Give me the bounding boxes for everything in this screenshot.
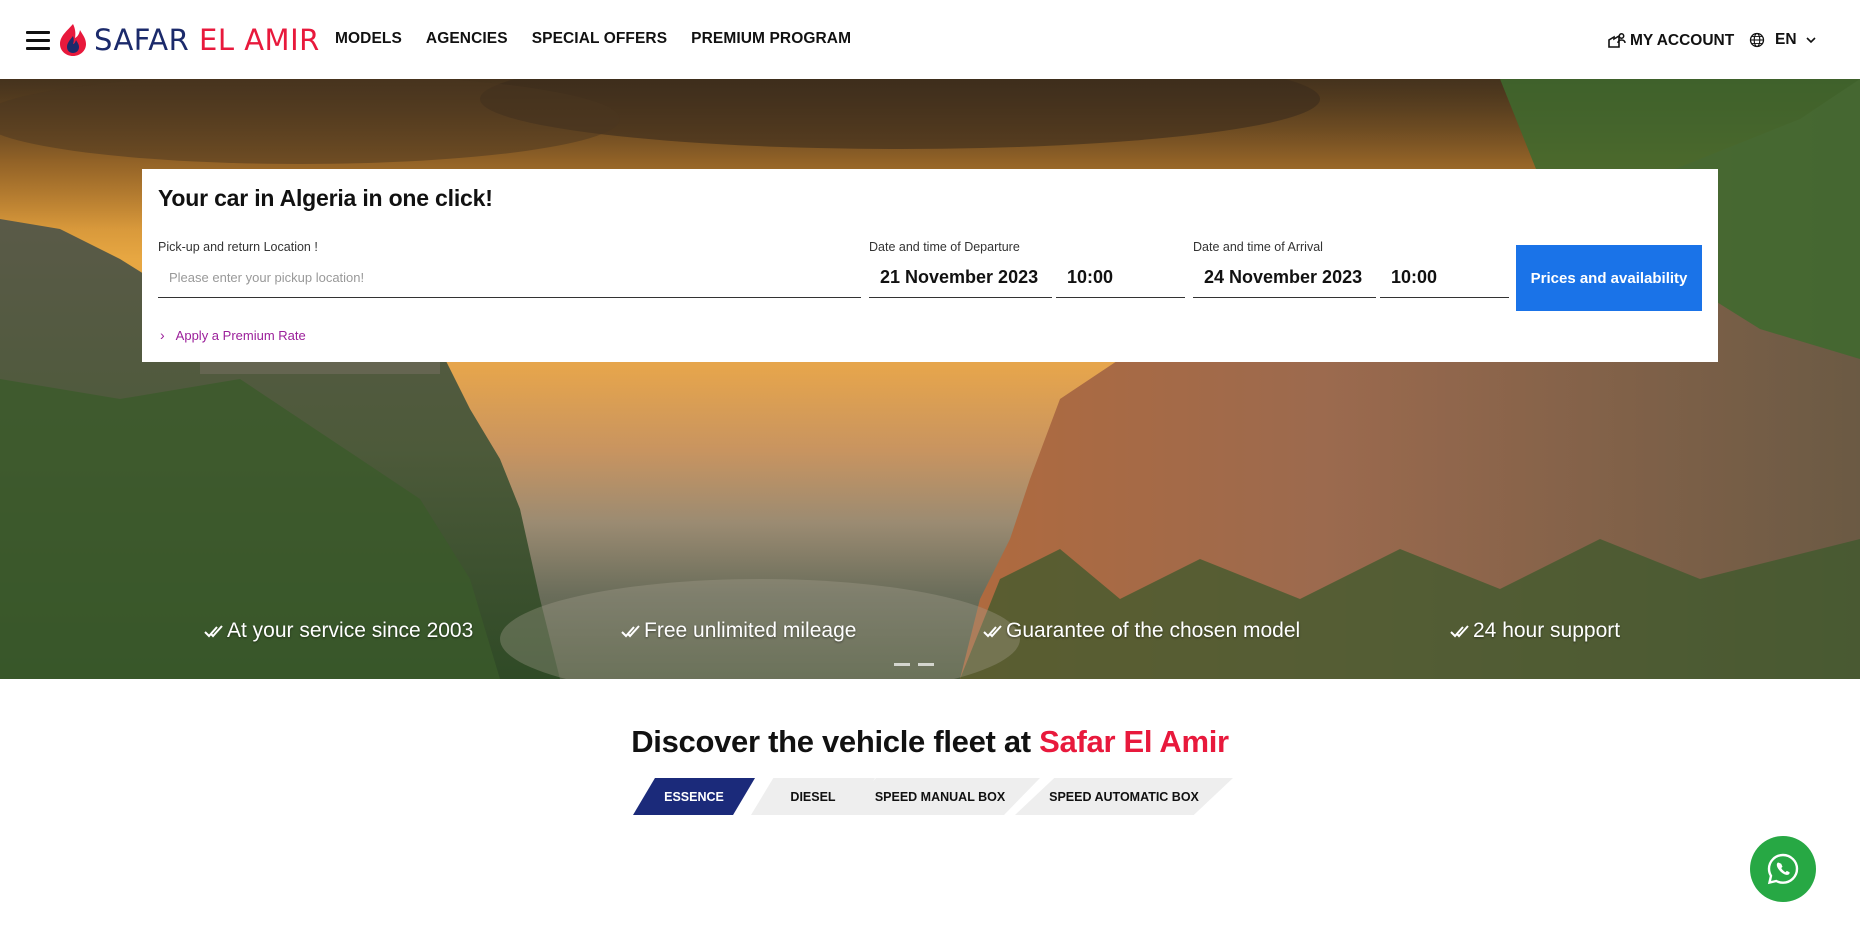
account-icon <box>1608 33 1626 48</box>
search-panel-title: Your car in Algeria in one click! <box>158 185 493 211</box>
departure-label: Date and time of Departure <box>869 240 1020 254</box>
language-selector[interactable]: EN <box>1749 31 1827 49</box>
pickup-location-field <box>158 258 861 298</box>
carousel-dot[interactable] <box>894 663 910 666</box>
apply-premium-rate-label: Apply a Premium Rate <box>175 327 306 343</box>
benefit-label: Guarantee of the chosen model <box>1006 619 1301 642</box>
whatsapp-icon <box>1767 853 1799 885</box>
logo-text-secondary: EL AMIR <box>199 23 320 57</box>
hero-banner: Your car in Algeria in one click! Pick-u… <box>0 79 1860 679</box>
nav-item-agencies[interactable]: AGENCIES <box>426 30 508 48</box>
booking-search-panel: Your car in Algeria in one click! Pick-u… <box>142 169 1718 362</box>
my-account-label: MY ACCOUNT <box>1630 32 1735 49</box>
nav-item-premium-program[interactable]: PREMIUM PROGRAM <box>691 30 851 48</box>
double-check-icon <box>1450 625 1469 638</box>
apply-premium-rate-link[interactable]: › Apply a Premium Rate <box>160 327 306 343</box>
my-account-link[interactable]: MY ACCOUNT <box>1606 31 1734 51</box>
logo[interactable]: SAFAR EL AMIR <box>58 22 320 58</box>
globe-icon <box>1749 32 1765 48</box>
double-check-icon <box>204 625 223 638</box>
benefit-item: At your service since 2003 <box>204 619 473 643</box>
departure-date-field[interactable]: 21 November 2023 <box>869 258 1052 298</box>
fleet-title-brand: Safar El Amir <box>1039 724 1229 759</box>
arrival-date-value: 24 November 2023 <box>1204 267 1363 287</box>
tab-essence[interactable]: ESSENCE <box>633 778 755 815</box>
main-nav: MODELS AGENCIES SPECIAL OFFERS PREMIUM P… <box>335 30 875 48</box>
site-header: SAFAR EL AMIR MODELS AGENCIES SPECIAL OF… <box>0 0 1860 79</box>
benefit-item: Free unlimited mileage <box>621 619 856 643</box>
carousel-pagination <box>894 663 934 666</box>
logo-text-primary: SAFAR <box>94 23 200 57</box>
benefit-label: Free unlimited mileage <box>644 619 857 642</box>
chevron-down-icon <box>1805 37 1816 44</box>
nav-item-special-offers[interactable]: SPECIAL OFFERS <box>532 30 667 48</box>
arrival-time-field[interactable]: 10:00 <box>1380 258 1509 298</box>
benefit-item: 24 hour support <box>1450 619 1620 643</box>
departure-date-value: 21 November 2023 <box>880 267 1039 287</box>
language-label: EN <box>1775 31 1797 48</box>
double-check-icon <box>983 625 1002 638</box>
prices-availability-button[interactable]: Prices and availability <box>1516 245 1702 311</box>
benefit-item: Guarantee of the chosen model <box>983 619 1300 643</box>
double-check-icon <box>621 625 640 638</box>
pickup-location-input[interactable] <box>158 258 861 297</box>
fleet-title-prefix: Discover the vehicle fleet at <box>631 724 1040 759</box>
menu-icon[interactable] <box>26 31 50 51</box>
arrival-date-field[interactable]: 24 November 2023 <box>1193 258 1376 298</box>
departure-time-field[interactable]: 10:00 <box>1056 258 1185 298</box>
fleet-section-title: Discover the vehicle fleet at Safar El A… <box>0 724 1860 760</box>
arrival-label: Date and time of Arrival <box>1193 240 1323 254</box>
tab-speed-automatic-box[interactable]: SPEED AUTOMATIC BOX <box>1015 778 1233 815</box>
pickup-location-label: Pick-up and return Location ! <box>158 240 318 254</box>
whatsapp-button[interactable] <box>1750 836 1816 902</box>
chevron-right-icon: › <box>160 327 165 343</box>
carousel-dot[interactable] <box>918 663 934 666</box>
benefit-label: At your service since 2003 <box>227 619 474 642</box>
logo-flame-icon <box>60 24 86 56</box>
departure-time-value: 10:00 <box>1067 267 1114 287</box>
benefits-bar: At your service since 2003 Free unlimite… <box>0 619 1860 659</box>
benefit-label: 24 hour support <box>1473 619 1621 642</box>
arrival-time-value: 10:00 <box>1391 267 1438 287</box>
nav-item-models[interactable]: MODELS <box>335 30 402 48</box>
